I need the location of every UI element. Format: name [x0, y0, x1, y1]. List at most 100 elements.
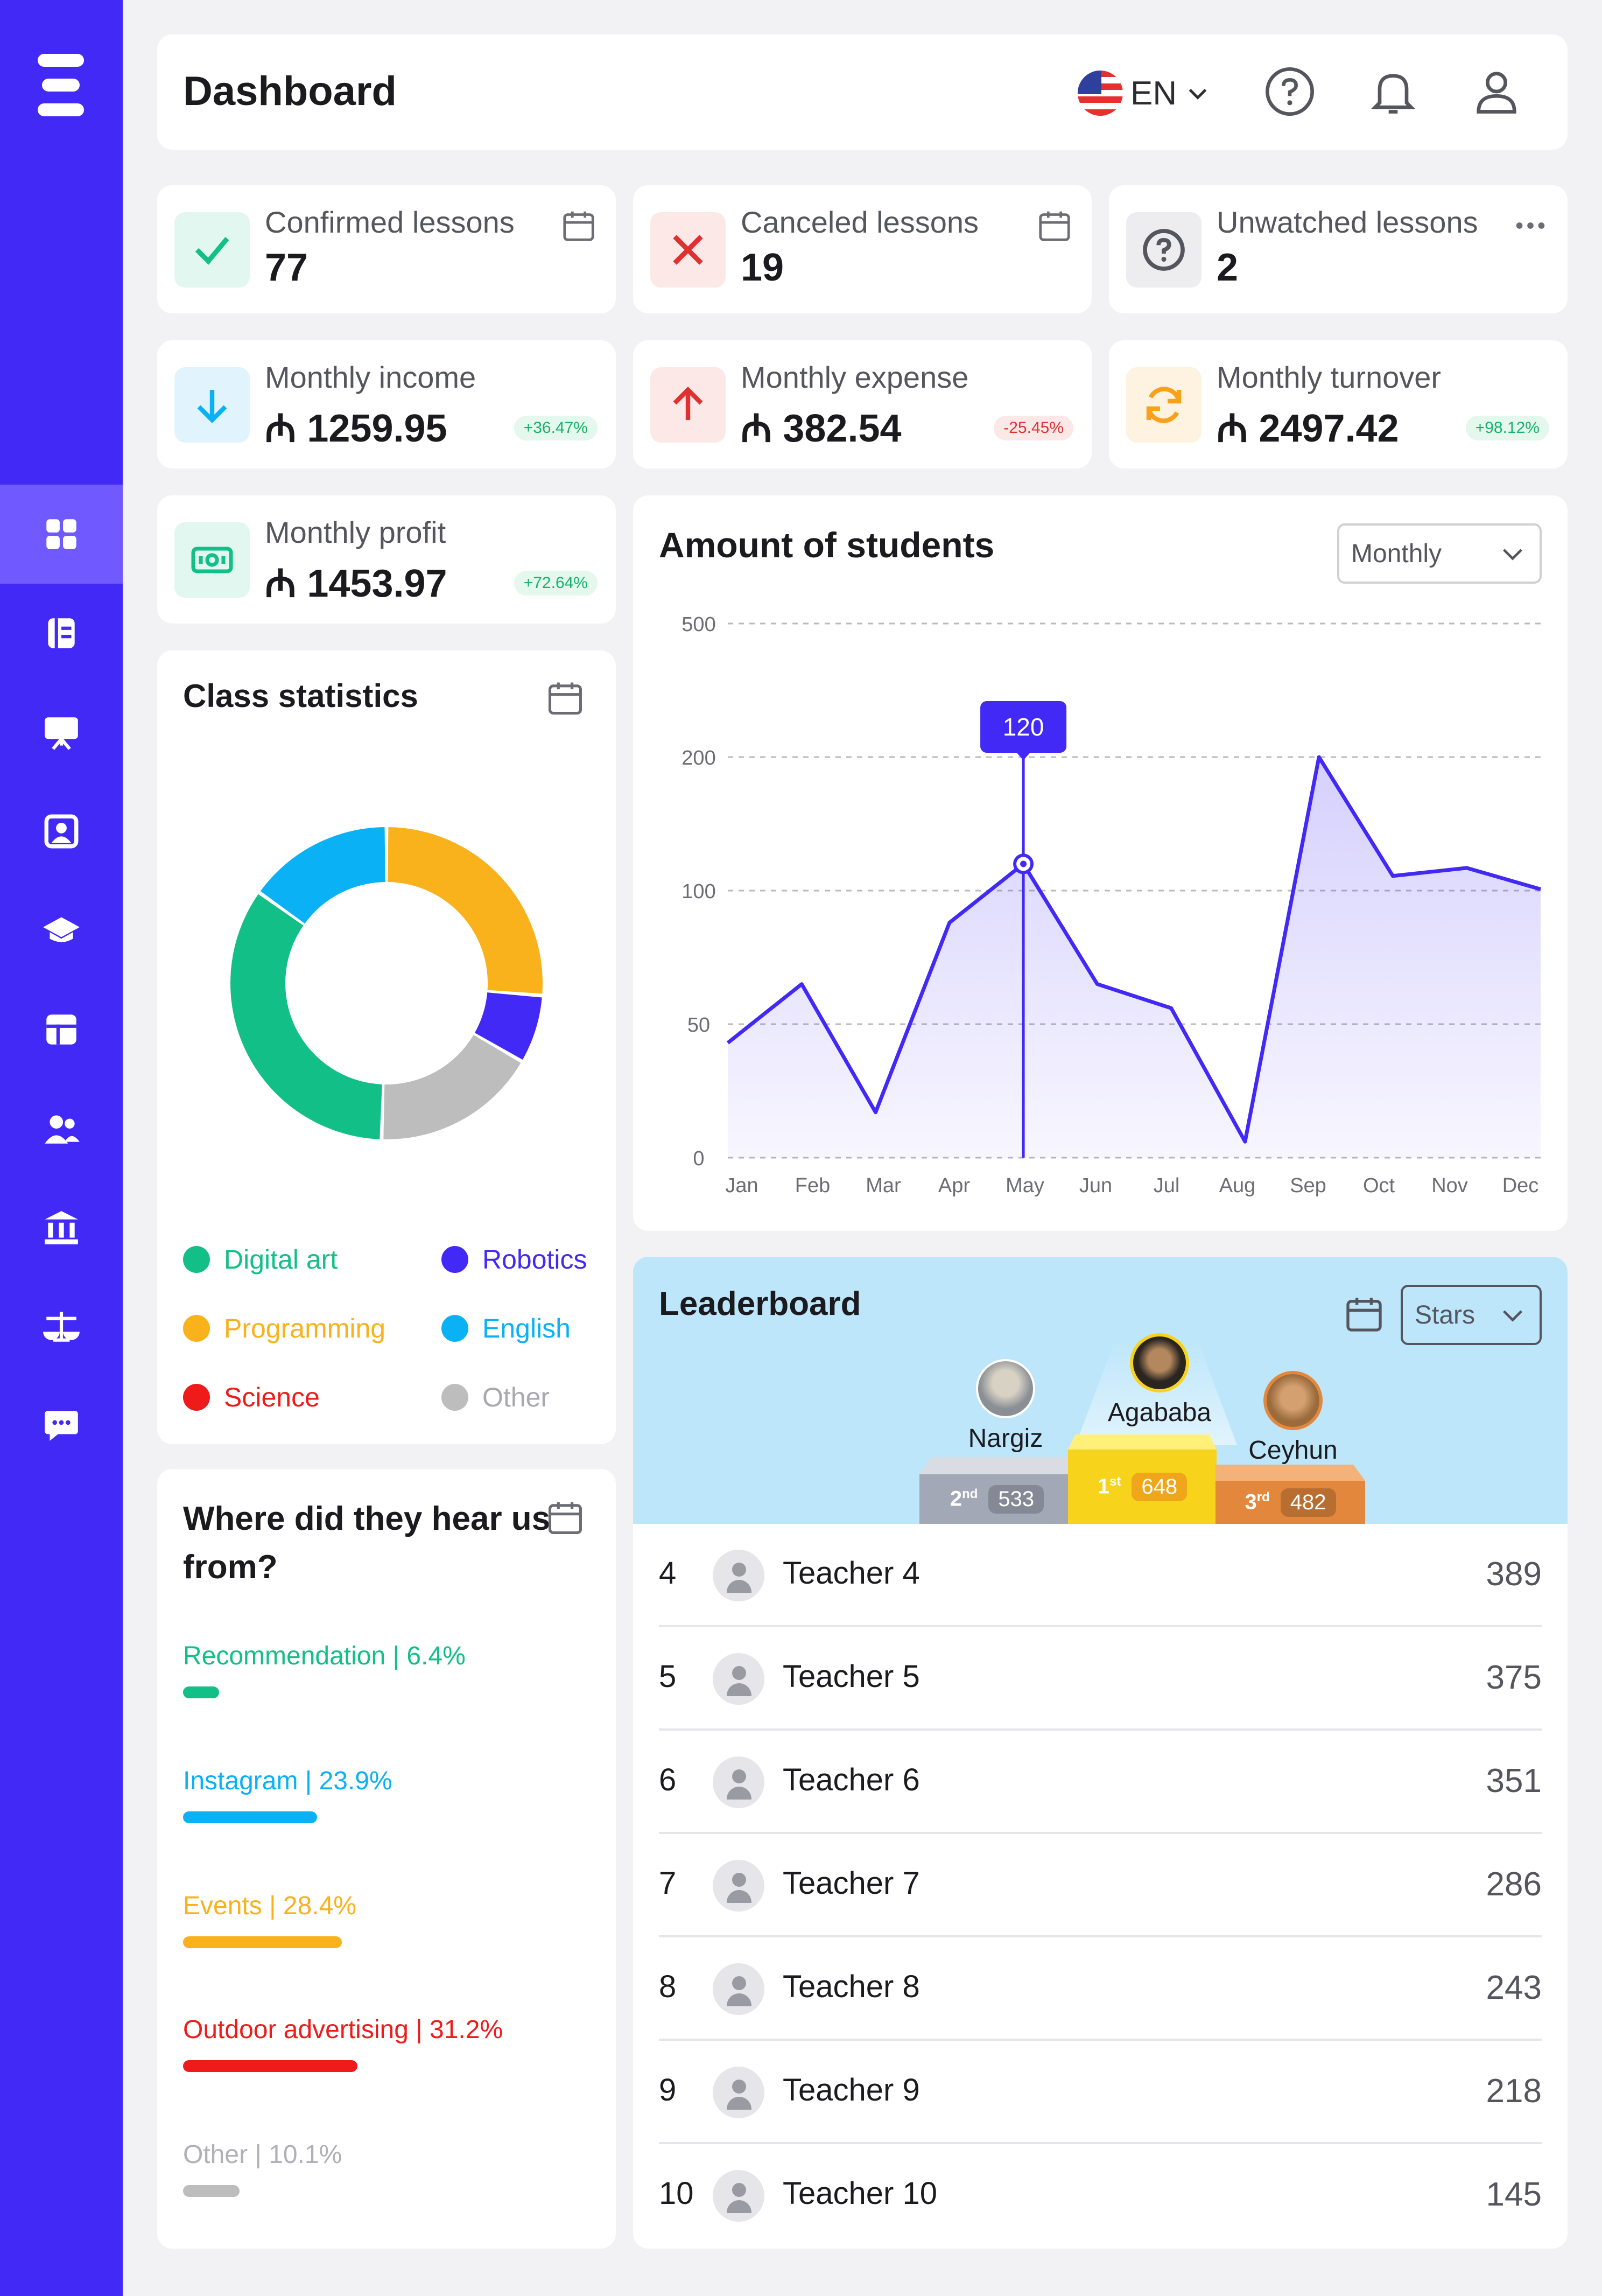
layout-icon: [46, 1014, 76, 1045]
score: 375: [1486, 1659, 1542, 1696]
legend-label: Science: [224, 1382, 320, 1412]
podium-score: 482: [1280, 1488, 1336, 1517]
bank-icon: [45, 1211, 78, 1244]
source-bar: [183, 2185, 240, 2197]
bell-icon[interactable]: [1366, 65, 1420, 118]
podium-name: Ceyhun: [1248, 1436, 1338, 1465]
legend-programming[interactable]: Programming: [183, 1313, 385, 1344]
podium-step-top: [1068, 1434, 1217, 1450]
metric-select[interactable]: Stars: [1401, 1285, 1542, 1345]
calendar-icon[interactable]: [560, 207, 598, 244]
donut-slice-other[interactable]: [383, 1034, 521, 1139]
metric-value: Stars: [1415, 1300, 1475, 1329]
students-chart-card: Amount of students Monthly 500 200 100 50 0 J…: [633, 495, 1568, 1231]
leaderboard-row[interactable]: 6 Teacher 6 351: [659, 1731, 1542, 1834]
source-label: Recommendation | 6.4%: [183, 1642, 466, 1670]
nav-institution[interactable]: [0, 1178, 123, 1277]
x-tick-label: Feb: [795, 1174, 830, 1197]
user-icon[interactable]: [1470, 65, 1523, 118]
leaderboard-row[interactable]: 8 Teacher 8 243: [659, 1937, 1542, 2041]
rank: 4: [659, 1556, 677, 1591]
leaderboard-podium-area: Leaderboard Stars Nargiz Agababa Ceyhun …: [633, 1257, 1568, 1524]
y-tick-label: 500: [681, 613, 715, 636]
x-tick-label: Nov: [1431, 1174, 1468, 1197]
nav-presentation[interactable]: [0, 683, 123, 782]
source-label: Other | 10.1%: [183, 2140, 342, 2169]
legend-digital-art[interactable]: Digital art: [183, 1244, 338, 1275]
teacher-name: Teacher 7: [783, 1866, 920, 1901]
avatar: [713, 2170, 764, 2222]
place-suffix: rd: [1256, 1490, 1270, 1505]
y-tick-label: 100: [681, 880, 715, 903]
nav-groups[interactable]: [0, 1079, 123, 1178]
nav-dashboard[interactable]: [0, 485, 123, 584]
nav-finance[interactable]: [0, 1277, 123, 1376]
class-statistics-card: Class statistics Digital art Robotics Pr…: [157, 650, 616, 1444]
nav-lessons[interactable]: [0, 584, 123, 683]
users-icon: [45, 1115, 80, 1144]
podium-third[interactable]: Ceyhun: [1228, 1371, 1358, 1465]
more-icon[interactable]: [1512, 207, 1549, 244]
check-icon: [195, 237, 229, 265]
logo[interactable]: [38, 54, 84, 116]
podium-second[interactable]: Nargiz: [941, 1359, 1070, 1453]
podium-place: 2nd: [950, 1487, 978, 1511]
podium-first[interactable]: Agababa: [1079, 1333, 1240, 1427]
x-tick-label: Aug: [1219, 1174, 1256, 1197]
grid-icon: [46, 519, 76, 549]
donut-slice-programming[interactable]: [388, 827, 543, 994]
stat-confirmed-lessons: Confirmed lessons 77: [157, 185, 616, 313]
score: 286: [1486, 1866, 1542, 1903]
stat-label: Unwatched lessons: [1217, 205, 1478, 239]
y-tick-label: 50: [687, 1014, 710, 1037]
x-tick-label: Dec: [1502, 1174, 1539, 1197]
nav-chat[interactable]: [0, 1376, 123, 1475]
stat-monthly-expense: Monthly expense ₼ 382.54 -25.45%: [633, 340, 1092, 468]
leaderboard-row[interactable]: 4 Teacher 4 389: [659, 1524, 1542, 1627]
nav-profile[interactable]: [0, 782, 123, 881]
calendar-icon[interactable]: [1343, 1292, 1386, 1335]
leaderboard-row[interactable]: 7 Teacher 7 286: [659, 1834, 1542, 1937]
calendar-icon[interactable]: [1036, 207, 1073, 244]
stat-value: 19: [741, 246, 784, 289]
rank: 5: [659, 1659, 677, 1694]
arrow-down-icon-wrap: [174, 367, 250, 443]
stat-value: ₼ 1453.97: [265, 562, 447, 605]
chevron-down-icon: [1503, 1310, 1522, 1322]
podium-step-third: 3rd 482: [1215, 1481, 1365, 1524]
stat-label: Confirmed lessons: [265, 205, 515, 239]
score: 243: [1486, 1969, 1542, 2006]
place-number: 3: [1245, 1490, 1257, 1514]
chevron-down-icon: [1189, 88, 1207, 100]
avatar: [713, 1860, 764, 1912]
leaderboard-row[interactable]: 9 Teacher 9 218: [659, 2041, 1542, 2144]
score: 145: [1486, 2176, 1542, 2213]
calendar-icon[interactable]: [545, 677, 586, 718]
leaderboard-row[interactable]: 10 Teacher 10 145: [659, 2144, 1542, 2248]
leaderboard-title: Leaderboard: [659, 1285, 861, 1322]
legend-english[interactable]: English: [441, 1313, 571, 1344]
legend-science[interactable]: Science: [183, 1382, 320, 1413]
podium-place: 3rd: [1245, 1490, 1270, 1514]
nav-courses[interactable]: [0, 881, 123, 980]
calendar-icon[interactable]: [545, 1497, 586, 1538]
stat-value: ₼ 2497.42: [1217, 407, 1399, 450]
stat-canceled-lessons: Canceled lessons 19: [633, 185, 1092, 313]
language-selector[interactable]: EN: [1078, 69, 1211, 117]
avatar: [1263, 1371, 1323, 1430]
sources-card: Where did they hear us from? Recommendat…: [157, 1469, 616, 2249]
leaderboard-row[interactable]: 5 Teacher 5 375: [659, 1627, 1542, 1731]
legend-dot: [441, 1384, 468, 1411]
donut-slice-digital-art[interactable]: [230, 894, 382, 1139]
podium-name: Agababa: [1107, 1398, 1212, 1427]
source-label: Events | 28.4%: [183, 1892, 356, 1920]
nav-schedule[interactable]: [0, 980, 123, 1079]
help-icon[interactable]: [1263, 65, 1317, 118]
notebook-icon: [48, 618, 75, 648]
legend-other[interactable]: Other: [441, 1382, 550, 1413]
x-tick-label: Oct: [1363, 1174, 1395, 1197]
refresh-icon: [1146, 387, 1182, 423]
legend-dot: [183, 1246, 210, 1273]
legend-robotics[interactable]: Robotics: [441, 1244, 587, 1275]
source-label: Outdoor advertising | 31.2%: [183, 2015, 503, 2044]
